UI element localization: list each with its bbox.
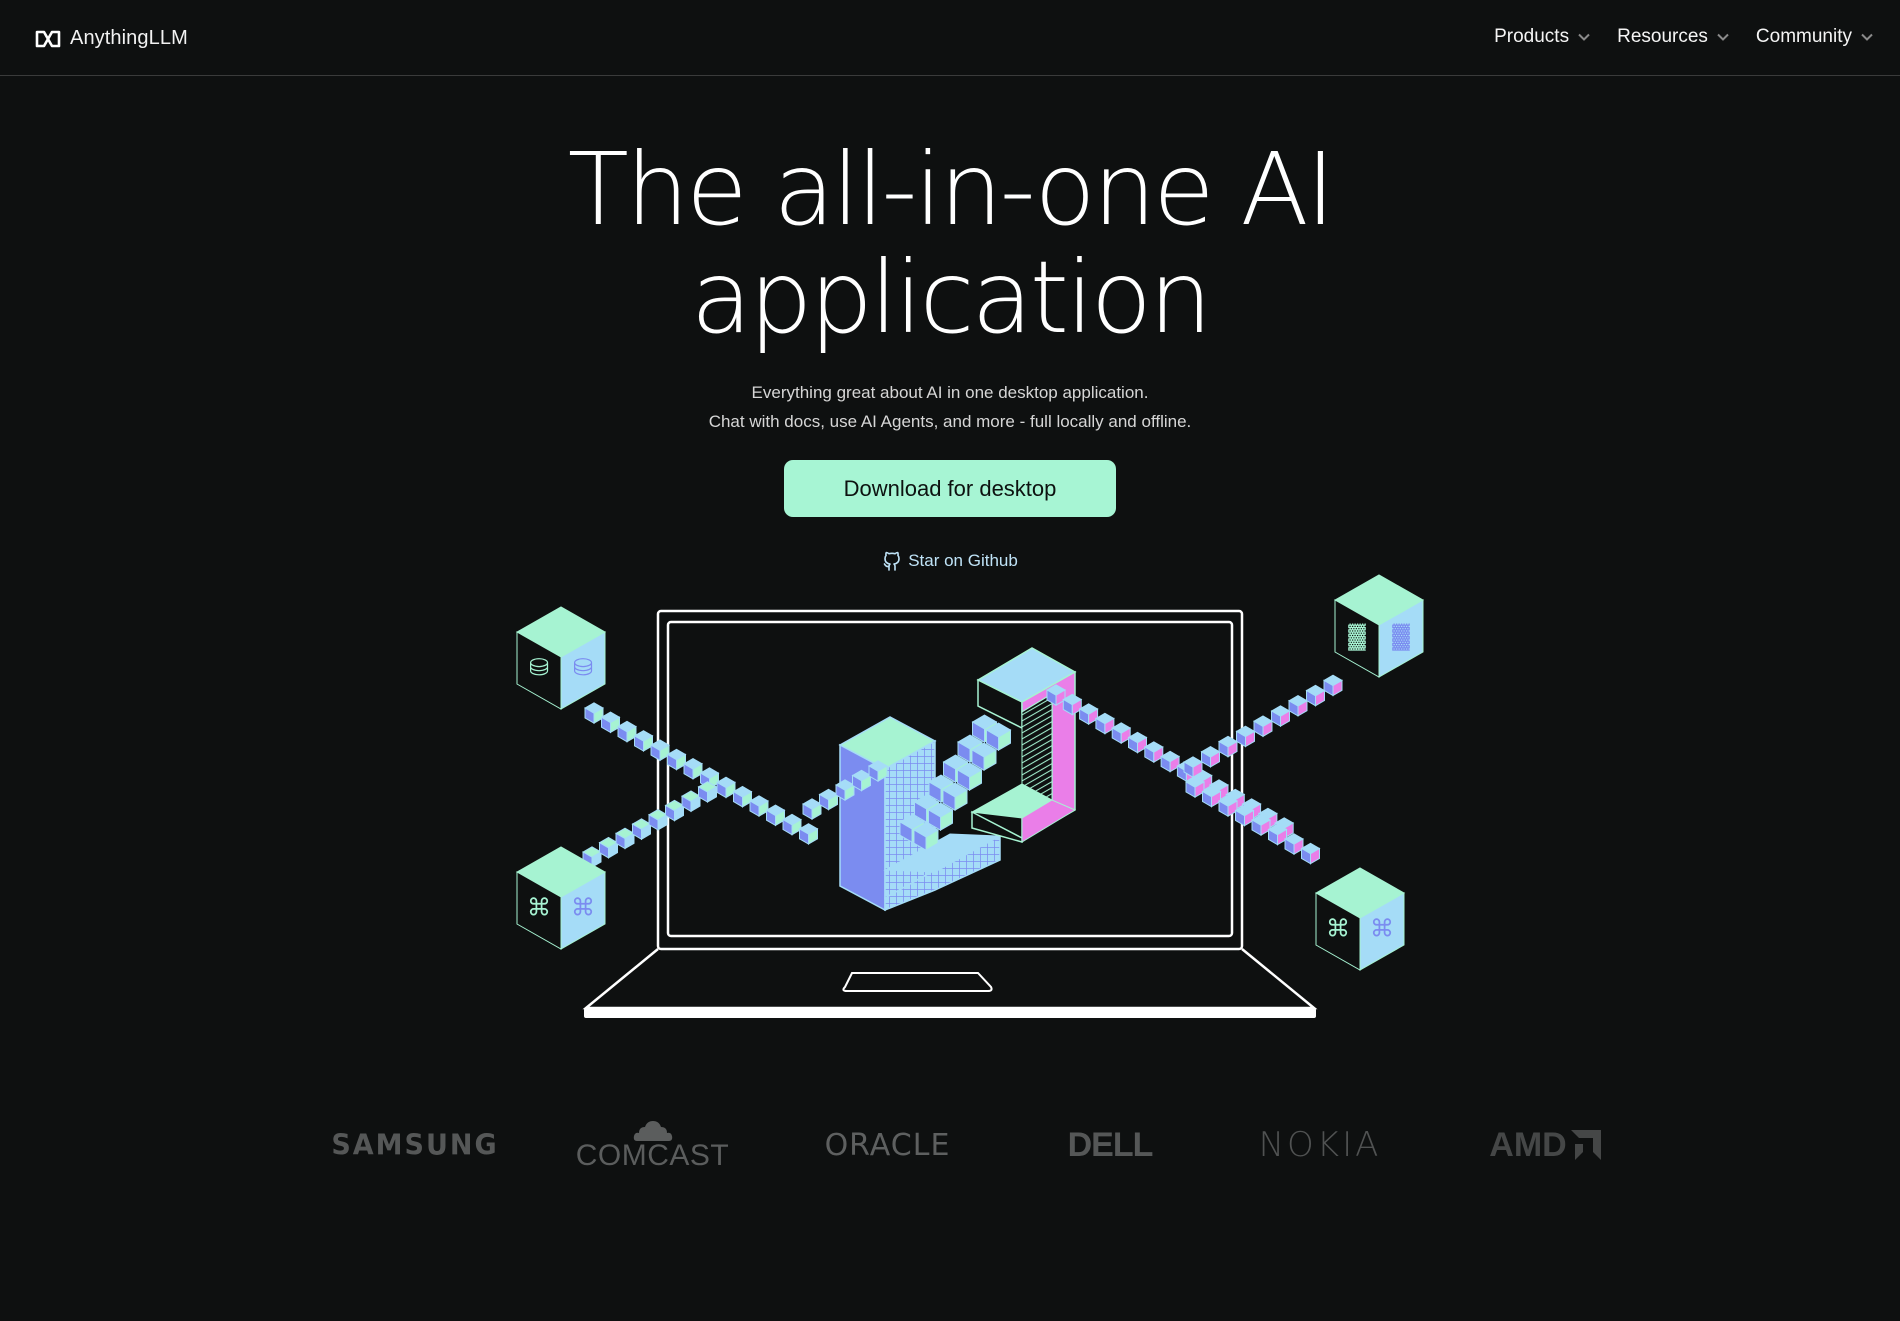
small-cube [1288, 695, 1308, 717]
nav-resources-label: Resources [1617, 26, 1708, 47]
nav-products-label: Products [1494, 26, 1570, 47]
small-cube [716, 776, 736, 799]
small-cube [631, 818, 652, 841]
hero-title: The all-in-one AI application [0, 136, 1900, 352]
small-cube [1160, 750, 1181, 773]
small-cube [1078, 703, 1099, 725]
logo-comcast: COMCAST [575, 1110, 730, 1180]
logo-amd: AMD [1475, 1110, 1615, 1180]
small-cube [818, 788, 839, 811]
small-cube [765, 804, 786, 827]
small-cube [1235, 725, 1256, 748]
small-cube [1094, 712, 1115, 735]
nav-resources[interactable]: Resources [1617, 26, 1730, 48]
nav-community-label: Community [1755, 26, 1852, 47]
small-cube [648, 809, 668, 831]
small-cube [598, 836, 619, 859]
small-cube [1300, 842, 1321, 865]
binary-folder-cube: ▓ ▓ [1333, 574, 1425, 678]
hero-subtitle-line-2: Chat with docs, use AI Agents, and more … [708, 412, 1192, 431]
small-cube [798, 823, 819, 845]
brand-name: AnythingLLM [70, 27, 188, 49]
small-cube [1127, 731, 1148, 754]
circuit-icon-left: ⌘ [1326, 916, 1350, 943]
small-cube [666, 748, 687, 771]
nav-community[interactable]: Community [1756, 26, 1874, 48]
small-cube [1284, 833, 1304, 855]
small-cube [1305, 684, 1326, 707]
brand-link[interactable]: AnythingLLM [34, 27, 188, 50]
logo-oracle: ORACLE [824, 1127, 951, 1163]
circuit-icon-right: ⌘ [1370, 916, 1394, 943]
logo-comcast-text: COMCAST [575, 1139, 730, 1172]
hero-title-line-2: application [690, 239, 1213, 356]
hero-title-line-1: The all-in-one AI [567, 131, 1336, 248]
small-cube [1218, 735, 1238, 758]
laptop-base [582, 948, 1318, 1010]
github-icon [883, 551, 900, 571]
chevron-down-icon [1717, 33, 1729, 41]
logo-dell: DELL [1067, 1125, 1154, 1164]
database-icon-left: ⛁ [529, 655, 549, 682]
star-on-github-label: Star on Github [908, 551, 1018, 570]
small-cube [615, 827, 635, 850]
database-cube: ⛁ ⛁ [515, 606, 607, 710]
download-desktop-button[interactable]: Download for desktop [784, 460, 1116, 517]
amd-arrow-icon [1570, 1130, 1601, 1160]
small-cube [617, 720, 637, 743]
small-cube [650, 739, 670, 762]
small-cube [782, 813, 802, 836]
logo-samsung: SAMSUNG [331, 1128, 499, 1162]
github-link-row: Star on Github [0, 550, 1900, 572]
logo-amd-text: AMD [1489, 1125, 1567, 1164]
laptop-base-edge [584, 1008, 1316, 1018]
small-cube [1200, 746, 1221, 768]
small-cube [802, 798, 822, 820]
binary-folder-icon-left: ▓ [1348, 623, 1366, 652]
chevron-down-icon [1578, 33, 1590, 41]
nav-menu: Products Resources Community [1494, 26, 1874, 48]
small-cube [633, 730, 654, 752]
laptop-trackpad [842, 972, 993, 992]
command-key-icon-left: ⌘ [527, 895, 551, 922]
hero-subtitle: Everything great about AI in one desktop… [0, 378, 1900, 436]
comcast-cloud-icon [633, 1121, 672, 1141]
star-on-github-link[interactable]: Star on Github [882, 550, 1018, 572]
small-cube [683, 758, 703, 780]
hero-subtitle-line-1: Everything great about AI in one desktop… [751, 383, 1149, 402]
customer-logos: SAMSUNG COMCAST ORACLE DELL NOKIA AMD [0, 1110, 1900, 1180]
small-cube [1253, 715, 1273, 738]
small-cube [1270, 705, 1291, 727]
small-cube [1111, 722, 1132, 744]
anythingllm-logo-icon [35, 30, 61, 47]
small-cube [732, 785, 753, 808]
small-cube [584, 702, 604, 724]
small-cube [1323, 674, 1343, 697]
command-key-icon-right: ⌘ [571, 895, 595, 922]
small-cube [749, 795, 769, 817]
top-nav: AnythingLLM Products Resources Community [0, 0, 1900, 76]
small-cube [600, 711, 621, 734]
circuit-cube: ⌘ ⌘ [1314, 867, 1406, 971]
nav-products[interactable]: Products [1494, 26, 1591, 48]
chevron-down-icon [1861, 33, 1873, 41]
binary-folder-icon-right: ▓ [1392, 623, 1410, 652]
small-cube [1143, 741, 1164, 763]
database-icon-right: ⛁ [573, 655, 593, 682]
logo-nokia: NOKIA [1258, 1125, 1382, 1165]
small-cube [681, 790, 701, 813]
